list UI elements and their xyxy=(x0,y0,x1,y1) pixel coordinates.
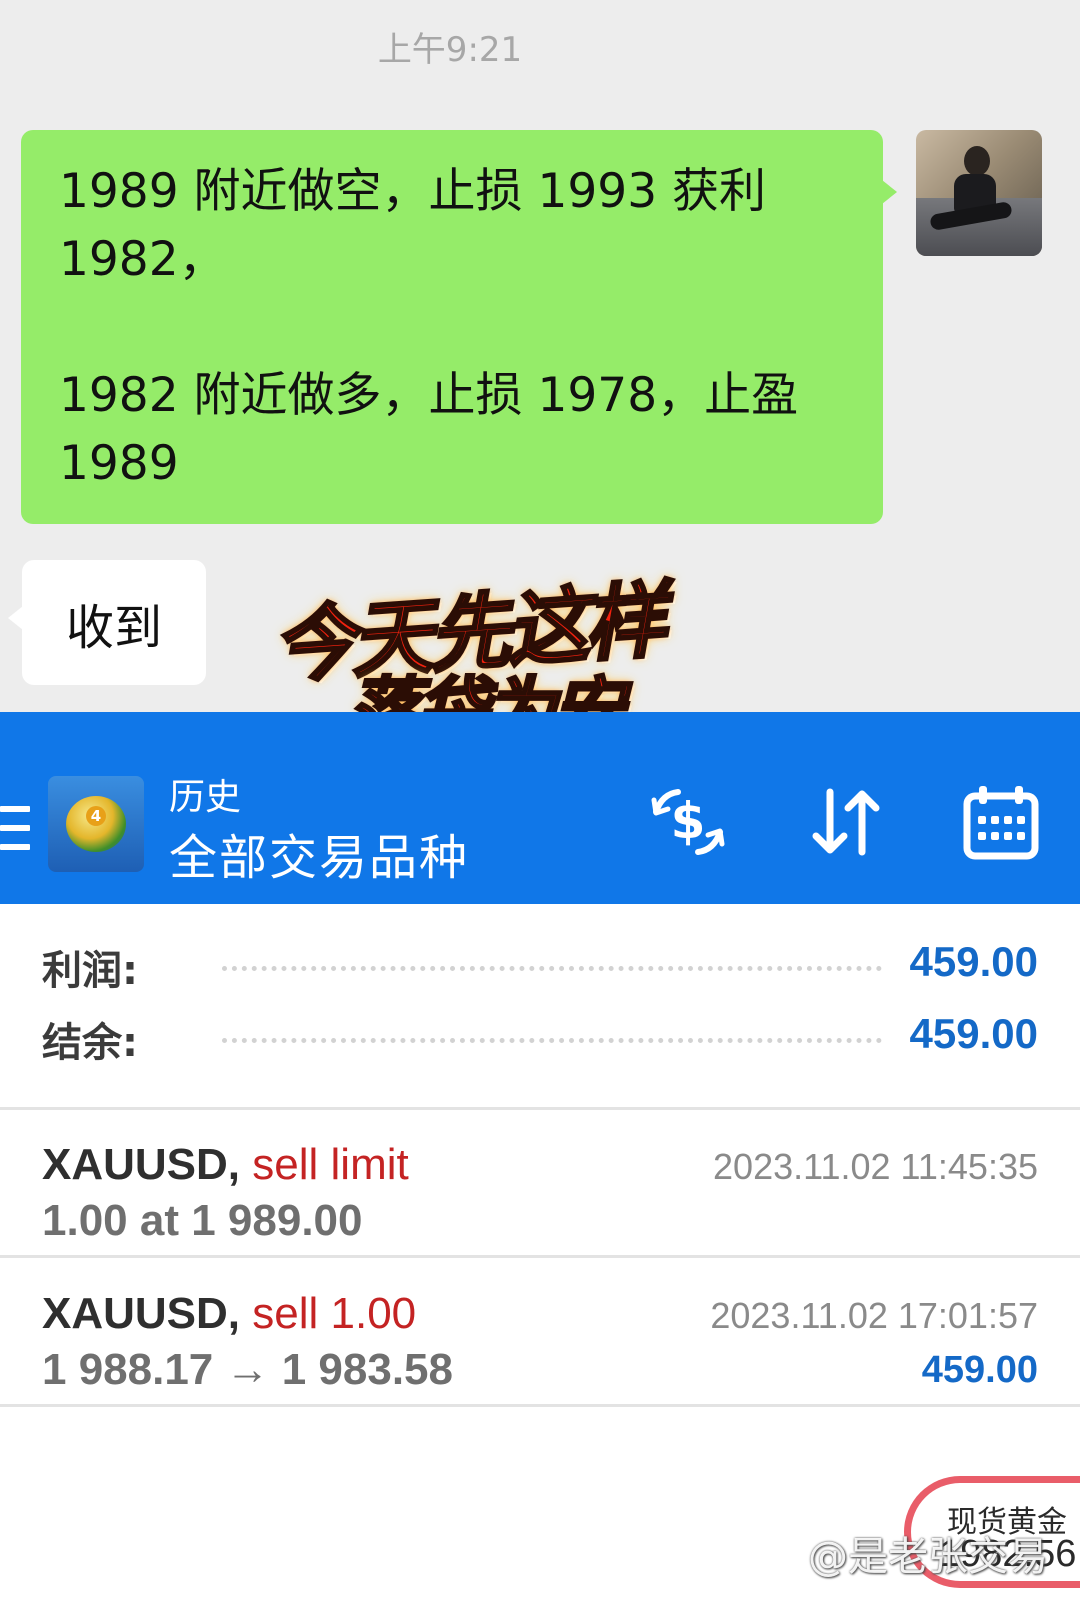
incoming-message-text: 收到 xyxy=(65,599,162,656)
deal-title: XAUUSD, sell 1.00 xyxy=(42,1289,416,1339)
message-line: 1989 附近做空，止损 1993 获利 xyxy=(59,164,767,219)
deal-symbol: XAUUSD, xyxy=(42,1140,241,1189)
profit-label: 利润: xyxy=(42,948,138,994)
profit-row: 利润: 459.00 xyxy=(0,938,1080,998)
history-header-bar: 4 历史 全部交易品种 $ xyxy=(0,712,1080,904)
deal-profit: 459.00 xyxy=(921,1349,1038,1391)
sticker-text-line2: 落袋为安 xyxy=(346,668,625,713)
symbol-filter-title[interactable]: 全部交易品种 xyxy=(169,818,469,888)
deal-type: sell 1.00 xyxy=(252,1289,417,1338)
deal-time: 2023.11.02 11:45:35 xyxy=(713,1146,1038,1187)
svg-text:$: $ xyxy=(671,792,706,850)
deal-symbol: XAUUSD, xyxy=(42,1289,241,1338)
outgoing-message-bubble[interactable]: 1989 附近做空，止损 1993 获利 1982， 1982 附近做多，止损 … xyxy=(21,130,897,524)
deal-type: sell limit xyxy=(252,1140,409,1189)
chat-timestamp: 上午9:21 xyxy=(377,30,523,70)
balance-row: 结余: 459.00 xyxy=(0,1010,1080,1070)
incoming-message-bubble[interactable]: 收到 xyxy=(8,560,206,685)
message-line: 1982， xyxy=(59,232,226,287)
deal-detail: 1 988.17 → 1 983.58 xyxy=(42,1345,453,1394)
balance-value: 459.00 xyxy=(909,1010,1038,1057)
menu-icon[interactable] xyxy=(0,806,30,852)
deal-row[interactable]: XAUUSD, sell limit 1.00 at 1 989.00 2023… xyxy=(0,1112,1080,1258)
history-summary: 利润: 459.00 结余: 459.00 xyxy=(0,904,1080,1110)
app-logo: 4 xyxy=(48,776,144,872)
dotted-leader xyxy=(222,966,882,971)
header-subtitle: 历史 xyxy=(169,777,242,818)
deal-row[interactable]: XAUUSD, sell 1.00 1 988.17 → 1 983.58 20… xyxy=(0,1261,1080,1407)
message-line: 1982 附近做多，止损 1978，止盈 xyxy=(59,368,799,423)
dollar-exchange-icon[interactable]: $ xyxy=(648,782,728,862)
avatar-head xyxy=(964,146,990,176)
balance-label: 结余: xyxy=(42,1020,138,1066)
deal-detail: 1.00 at 1 989.00 xyxy=(42,1196,363,1245)
deal-title: XAUUSD, sell limit xyxy=(42,1140,409,1190)
chat-area: 上午9:21 1989 附近做空，止损 1993 获利 1982， 1982 附… xyxy=(0,0,1080,712)
sender-avatar[interactable] xyxy=(916,130,1042,256)
message-line: 1989 xyxy=(59,436,179,491)
calendar-icon[interactable] xyxy=(961,782,1041,862)
profit-value: 459.00 xyxy=(909,938,1038,985)
watermark: @是老张交易 xyxy=(808,1534,1048,1580)
dotted-leader xyxy=(222,1038,882,1043)
deal-time: 2023.11.02 17:01:57 xyxy=(710,1295,1038,1336)
sticker[interactable]: 今天先这样了 落袋为安 xyxy=(268,560,740,713)
sort-icon[interactable] xyxy=(806,782,886,862)
